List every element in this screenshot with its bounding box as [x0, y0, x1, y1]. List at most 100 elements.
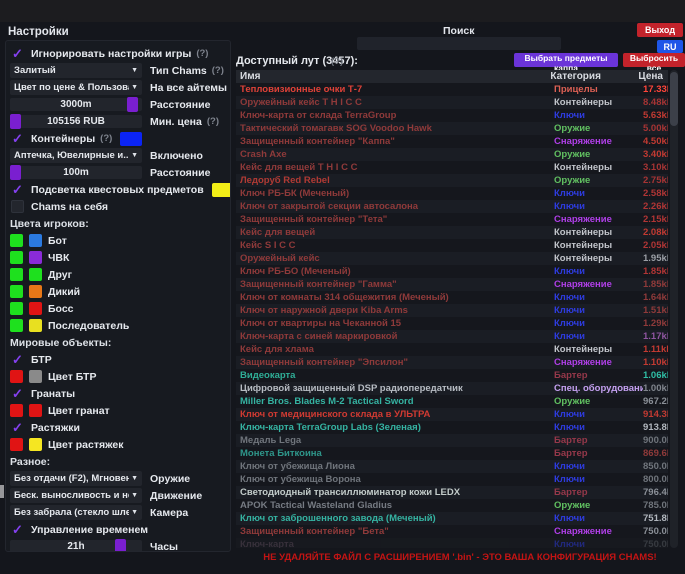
dropdown[interactable]: Без забрала (стекло шлема)▼ [10, 505, 142, 520]
color-swatch[interactable] [10, 319, 23, 332]
color-swatch[interactable] [29, 404, 42, 417]
table-row[interactable]: APOK Tactical Wasteland GladiusОружие785… [236, 499, 668, 512]
table-row[interactable]: Тактический томагавк SOG Voodoo HawkОруж… [236, 122, 668, 135]
slider-thumb[interactable] [115, 539, 126, 552]
table-row[interactable]: Ключ от квартиры на Чеканной 15Ключи1.29… [236, 317, 668, 330]
color-swatch[interactable] [10, 285, 23, 298]
chevron-down-icon: ▼ [131, 509, 138, 516]
column-header-price[interactable]: Цена [638, 71, 668, 82]
table-row[interactable]: Защищенный контейнер "Эпсилон"Снаряжение… [236, 356, 668, 369]
table-row[interactable]: Кейс для вещей T H I C CКонтейнеры3.10kk [236, 161, 668, 174]
item-price: 785.0k [643, 500, 668, 511]
table-row[interactable]: Медаль LegaБартер900.0k [236, 434, 668, 447]
table-row[interactable]: Ключ-карта с синей маркировкойКлючи1.17k… [236, 330, 668, 343]
table-row[interactable]: Цифровой защищенный DSP радиопередатчикС… [236, 382, 668, 395]
loot-scrollbar[interactable] [670, 70, 678, 548]
color-swatch[interactable] [29, 285, 42, 298]
table-row[interactable]: Ключ от убежища ВоронаКлючи800.0k [236, 473, 668, 486]
table-row[interactable]: Светодиодный трансиллюминатор кожи LEDXБ… [236, 486, 668, 499]
item-price: 1.85kk [643, 266, 668, 277]
item-name: Кейс для хлама [236, 344, 554, 355]
checkbox-checked[interactable]: ✓ [11, 47, 24, 60]
table-row[interactable]: Ключ-карта от склада TerraGroupКлючи5.63… [236, 109, 668, 122]
column-header-name[interactable]: Имя [236, 71, 550, 82]
checkbox-checked[interactable]: ✓ [11, 387, 24, 400]
color-swatch[interactable] [10, 438, 23, 451]
dropdown-row: Без забрала (стекло шлема)▼Камера [10, 504, 230, 521]
checkbox-checked[interactable]: ✓ [11, 132, 24, 145]
slider[interactable]: 105156 RUB [10, 115, 142, 128]
color-swatch[interactable] [10, 251, 23, 264]
table-row[interactable]: Ключ-карта TerraGroup Labs (Зеленая)Ключ… [236, 421, 668, 434]
colors-row: Последователь [10, 317, 230, 334]
dropdown-value: Без забрала (стекло шлема) [14, 507, 129, 518]
table-row[interactable]: Ключ от наружной двери Kiba ArmsКлючи1.5… [236, 304, 668, 317]
table-row[interactable]: Ключ РБ-БК (Меченый)Ключи2.58kk [236, 187, 668, 200]
color-swatch[interactable] [29, 234, 42, 247]
color-swatch[interactable] [120, 132, 142, 146]
select-kappa-items-button[interactable]: Выбрать предметы каппа [514, 53, 618, 67]
dropdown[interactable]: Без отдачи (F2), Мгновенное п▼ [10, 471, 142, 486]
table-row[interactable]: Miller Bros. Blades M-2 Tactical SwordОр… [236, 395, 668, 408]
checkbox-checked[interactable]: ✓ [11, 183, 24, 196]
table-row[interactable]: Оружейный кейсКонтейнеры1.95kk [236, 252, 668, 265]
table-row[interactable]: Защищенный контейнер "Гамма"Снаряжение1.… [236, 278, 668, 291]
slider-thumb[interactable] [10, 114, 21, 129]
search-input[interactable] [357, 37, 561, 50]
item-name: Ключ от убежища Ворона [236, 474, 554, 485]
checkbox-checked[interactable]: ✓ [11, 353, 24, 366]
dropdown[interactable]: Аптечка, Ювелирные и...▼ [10, 148, 142, 163]
table-row[interactable]: Кейс S I C CКонтейнеры2.05kk [236, 239, 668, 252]
slider[interactable]: 3000m [10, 98, 142, 111]
slider-thumb[interactable] [127, 97, 138, 112]
table-row[interactable]: Защищенный контейнер "Тета"Снаряжение2.1… [236, 213, 668, 226]
table-row[interactable]: Кейс для хламаКонтейнеры1.11kk [236, 343, 668, 356]
table-row[interactable]: Crash AxeОружие3.40kk [236, 148, 668, 161]
table-row[interactable]: Тепловизионные очки Т-7Прицелы17.33kk [236, 83, 668, 96]
color-swatch[interactable] [10, 302, 23, 315]
slider[interactable]: 100m [10, 166, 142, 179]
table-row[interactable]: Защищенный контейнер "Каппа"Снаряжение4.… [236, 135, 668, 148]
color-label: Бот [48, 235, 67, 247]
color-swatch[interactable] [10, 370, 23, 383]
color-swatch[interactable] [212, 183, 231, 197]
color-swatch[interactable] [10, 268, 23, 281]
color-swatch[interactable] [10, 234, 23, 247]
chevron-down-icon: ▼ [131, 84, 138, 91]
table-row[interactable]: Монета БиткоинаБартер869.6k [236, 447, 668, 460]
color-swatch[interactable] [29, 268, 42, 281]
table-row[interactable]: Ключ-картаКлючи750.0k [236, 538, 668, 548]
color-swatch[interactable] [29, 251, 42, 264]
color-swatch[interactable] [29, 302, 42, 315]
table-row[interactable]: Ледоруб Red RebelОружие2.75kk [236, 174, 668, 187]
slider[interactable]: 21h [10, 540, 142, 552]
checkbox-checked[interactable]: ✓ [11, 421, 24, 434]
table-row[interactable]: Ключ РБ-БО (Меченый)Ключи1.85kk [236, 265, 668, 278]
color-swatch[interactable] [10, 404, 23, 417]
language-button[interactable]: RU [657, 40, 683, 53]
table-row[interactable]: Ключ от медицинского склада в УЛЬТРАКлюч… [236, 408, 668, 421]
checkbox-checked[interactable]: ✓ [11, 523, 24, 536]
checkbox-unchecked[interactable] [11, 200, 24, 213]
table-row[interactable]: Защищенный контейнер "Бета"Снаряжение750… [236, 525, 668, 538]
color-swatch[interactable] [29, 438, 42, 451]
column-header-category[interactable]: Категория [550, 71, 638, 82]
item-price: 8.48kk [643, 97, 668, 108]
table-row[interactable]: Оружейный кейс T H I C CКонтейнеры8.48kk [236, 96, 668, 109]
drop-all-button[interactable]: Выбросить все [623, 53, 685, 67]
dropdown[interactable]: Беск. выносливость и нет уста▼ [10, 488, 142, 503]
table-row[interactable]: Кейс для вещейКонтейнеры2.08kk [236, 226, 668, 239]
color-swatch[interactable] [29, 370, 42, 383]
table-row[interactable]: Ключ от закрытой секции автосалонаКлючи2… [236, 200, 668, 213]
table-row[interactable]: Ключ от убежища ЛионаКлючи850.0k [236, 460, 668, 473]
table-row[interactable]: ВидеокартаБартер1.06kk [236, 369, 668, 382]
dropdown[interactable]: Цвет по цене & Пользователь▼ [10, 80, 142, 95]
dropdown[interactable]: Залитый▼ [10, 63, 142, 78]
item-category: Контейнеры [554, 227, 643, 238]
table-row[interactable]: Ключ от заброшенного завода (Меченый)Клю… [236, 512, 668, 525]
slider-thumb[interactable] [10, 165, 21, 180]
color-swatch[interactable] [29, 319, 42, 332]
table-row[interactable]: Ключ от комнаты 314 общежития (Меченый)К… [236, 291, 668, 304]
exit-button[interactable]: Выход [637, 23, 683, 37]
scrollbar-thumb[interactable] [670, 72, 678, 126]
